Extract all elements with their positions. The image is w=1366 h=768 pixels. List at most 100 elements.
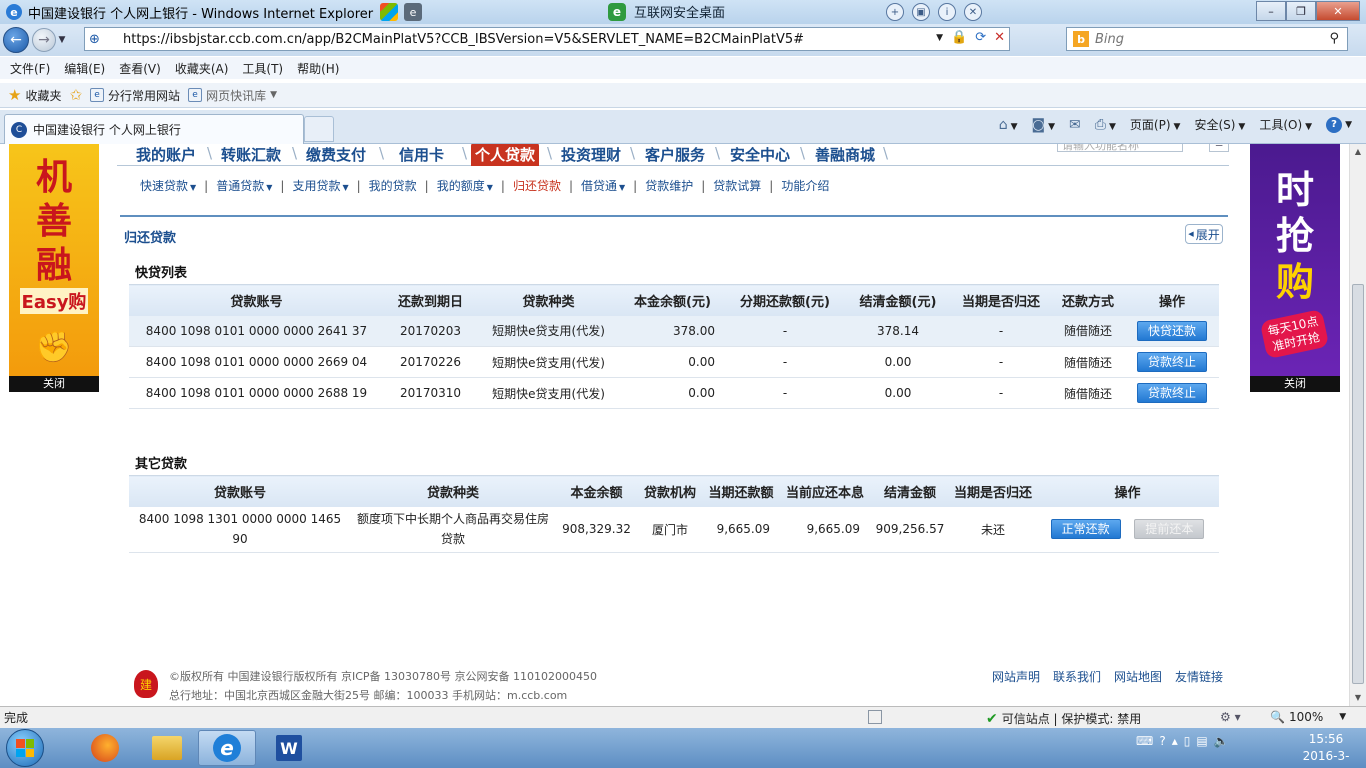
nav-security-center[interactable]: 安全中心 — [726, 144, 794, 166]
menu-edit[interactable]: 编辑(E) — [64, 60, 105, 77]
nav-credit-card[interactable]: 信用卡 — [395, 144, 448, 166]
link-contact-us[interactable]: 联系我们 — [1053, 668, 1101, 685]
link-site-map[interactable]: 网站地图 — [1114, 668, 1162, 685]
subnav-quick-loan[interactable]: 快速贷款 ▼ — [140, 177, 196, 194]
menu-view[interactable]: 查看(V) — [119, 60, 161, 77]
subnav-loan-maintenance[interactable]: 贷款维护 — [645, 177, 693, 194]
nav-mall[interactable]: 善融商城 — [811, 144, 879, 166]
vertical-scrollbar[interactable]: ▲ ▼ — [1349, 144, 1366, 706]
expand-button[interactable]: ◀ 展开 — [1185, 224, 1223, 244]
popup-settings-icon[interactable]: ⚙ ▾ — [1220, 710, 1241, 724]
close-button[interactable]: ✕ — [1316, 1, 1360, 21]
address-bar[interactable]: ⊕ https://ibsbjstar.ccb.com.cn/app/B2CMa… — [84, 27, 1010, 51]
home-button[interactable]: ⌂ ▼ — [999, 117, 1018, 133]
tray-expand-icon[interactable]: ▴ — [1172, 734, 1178, 748]
nav-payment[interactable]: 缴费支付 — [302, 144, 370, 166]
windows-flag-icon[interactable] — [380, 3, 398, 21]
taskbar-word[interactable]: W — [260, 730, 318, 766]
subnav-jiedaitong[interactable]: 借贷通 ▼ — [581, 177, 625, 194]
new-tab-button[interactable] — [304, 116, 334, 142]
secure-desktop-indicator[interactable]: e 互联网安全桌面 — [608, 2, 725, 21]
normal-repay-button[interactable]: 正常还款 — [1050, 519, 1121, 540]
taskbar-explorer[interactable] — [138, 730, 196, 766]
taskbar-firefox[interactable] — [76, 730, 134, 766]
menu-help[interactable]: 帮助(H) — [297, 60, 339, 77]
security-lock-icon[interactable]: 🔒 — [951, 30, 967, 45]
mail-button[interactable]: ✉ — [1069, 117, 1081, 133]
volume-icon[interactable]: 🔈 — [1214, 734, 1229, 748]
nav-personal-loan[interactable]: 个人贷款 — [471, 144, 540, 166]
keyboard-icon[interactable]: ⌨ — [1136, 734, 1153, 748]
nav-customer-service[interactable]: 客户服务 — [641, 144, 709, 166]
left-ad-close-button[interactable]: 关闭 — [9, 376, 99, 392]
fav-item-branch-sites[interactable]: e 分行常用网站 — [90, 87, 180, 104]
nav-investment[interactable]: 投资理财 — [557, 144, 625, 166]
taskbar-ie[interactable]: e — [198, 730, 256, 766]
tab-ccb[interactable]: C 中国建设银行 个人网上银行 — [4, 114, 304, 144]
safety-menu[interactable]: 安全(S) ▼ — [1194, 116, 1245, 133]
terminate-loan-button[interactable]: 贷款终止 — [1137, 383, 1207, 403]
subnav-feature-intro[interactable]: 功能介绍 — [781, 177, 829, 194]
left-side-ad[interactable]: 机 善 融 Easy购 ✊ 关闭 — [9, 144, 99, 392]
security-zone[interactable]: ✔ 可信站点 | 保护模式: 禁用 — [986, 710, 1141, 727]
close-circle-icon[interactable]: ✕ — [964, 3, 982, 21]
scroll-thumb[interactable] — [1352, 284, 1364, 684]
terminate-loan-button[interactable]: 贷款终止 — [1137, 352, 1207, 372]
subnav-drawdown-loan[interactable]: 支用贷款 ▼ — [292, 177, 348, 194]
right-ad-image[interactable]: 时 抢 购 每天10点 准时开抢 — [1250, 144, 1340, 376]
feeds-button[interactable]: ◙ ▼ — [1032, 117, 1056, 133]
search-icon[interactable]: ⚲ — [1329, 31, 1339, 46]
link-site-statement[interactable]: 网站声明 — [992, 668, 1040, 685]
start-button[interactable] — [6, 729, 44, 767]
stop-icon[interactable]: ✕ — [994, 30, 1005, 45]
subnav-loan-calculator[interactable]: 贷款试算 — [713, 177, 761, 194]
subnav-my-credit[interactable]: 我的额度 ▼ — [437, 177, 493, 194]
subnav-normal-loan[interactable]: 普通贷款 ▼ — [216, 177, 272, 194]
minimize-button[interactable]: – — [1256, 1, 1286, 21]
restore-button[interactable]: ❐ — [1286, 1, 1316, 21]
menu-file[interactable]: 文件(F) — [10, 60, 50, 77]
address-dropdown-icon[interactable]: ▼ — [936, 33, 943, 43]
network-icon[interactable]: ▤ — [1196, 734, 1207, 748]
right-side-ad[interactable]: 时 抢 购 每天10点 准时开抢 关闭 — [1250, 144, 1340, 392]
subnav-my-loans[interactable]: 我的贷款 — [369, 177, 417, 194]
fav-item-web-slice[interactable]: e 网页快讯库 ▼ — [188, 87, 277, 104]
page-menu[interactable]: 页面(P) ▼ — [1130, 116, 1181, 133]
early-repay-button[interactable]: 提前还本 — [1134, 519, 1205, 540]
help-tray-icon[interactable]: ? — [1159, 734, 1165, 748]
right-ad-close-button[interactable]: 关闭 — [1250, 376, 1340, 392]
print-button[interactable]: ⎙ ▼ — [1095, 117, 1116, 133]
favorites-button[interactable]: ★ 收藏夹 — [8, 86, 61, 104]
menu-favorites[interactable]: 收藏夹(A) — [175, 60, 229, 77]
subnav-repay-loan[interactable]: 归还贷款 — [513, 177, 561, 194]
url-text[interactable]: https://ibsbjstar.ccb.com.cn/app/B2CMain… — [123, 32, 804, 47]
menu-tools[interactable]: 工具(T) — [242, 60, 283, 77]
add-icon[interactable]: + — [886, 3, 904, 21]
ie-compat-icon[interactable]: e — [404, 3, 422, 21]
scroll-down-icon[interactable]: ▼ — [1350, 690, 1366, 706]
info-icon[interactable]: i — [938, 3, 956, 21]
refresh-icon[interactable]: ⟳ — [975, 30, 986, 45]
search-box[interactable]: b ⚲ — [1066, 27, 1348, 51]
nav-my-account[interactable]: 我的账户 — [132, 144, 200, 166]
link-friendly-links[interactable]: 友情链接 — [1175, 668, 1223, 685]
scroll-up-icon[interactable]: ▲ — [1350, 144, 1366, 160]
left-ad-image[interactable]: 机 善 融 Easy购 ✊ — [9, 144, 99, 376]
forward-button[interactable]: → — [32, 28, 56, 52]
help-menu[interactable]: ? ▼ — [1326, 116, 1352, 133]
add-favorite-button[interactable]: ✩ — [69, 86, 82, 104]
lock-icon[interactable]: ▣ — [912, 3, 930, 21]
device-icon[interactable]: ▯ — [1184, 734, 1191, 748]
zoom-control[interactable]: 🔍 100% ▼ — [1270, 710, 1346, 724]
favorites-label: 收藏夹 — [25, 88, 62, 103]
function-menu-icon[interactable]: ☰ — [1209, 144, 1229, 152]
sub-nav: 快速贷款 ▼ | 普通贷款 ▼ | 支用贷款 ▼ | 我的贷款 | 我的额度 ▼ | 归还贷款 | … — [140, 177, 830, 194]
function-search-input[interactable]: 请输入功能名称 — [1057, 144, 1183, 152]
quick-repay-button[interactable]: 快贷还款 — [1137, 320, 1207, 341]
back-button[interactable]: ← — [3, 27, 29, 53]
nav-transfer[interactable]: 转账汇款 — [217, 144, 285, 166]
tools-menu[interactable]: 工具(O) ▼ — [1259, 116, 1312, 133]
search-input[interactable] — [1095, 31, 1315, 47]
history-dropdown-icon[interactable]: ▼ — [56, 35, 68, 45]
clock[interactable]: 15:56 2016-3-11 — [1296, 731, 1356, 768]
